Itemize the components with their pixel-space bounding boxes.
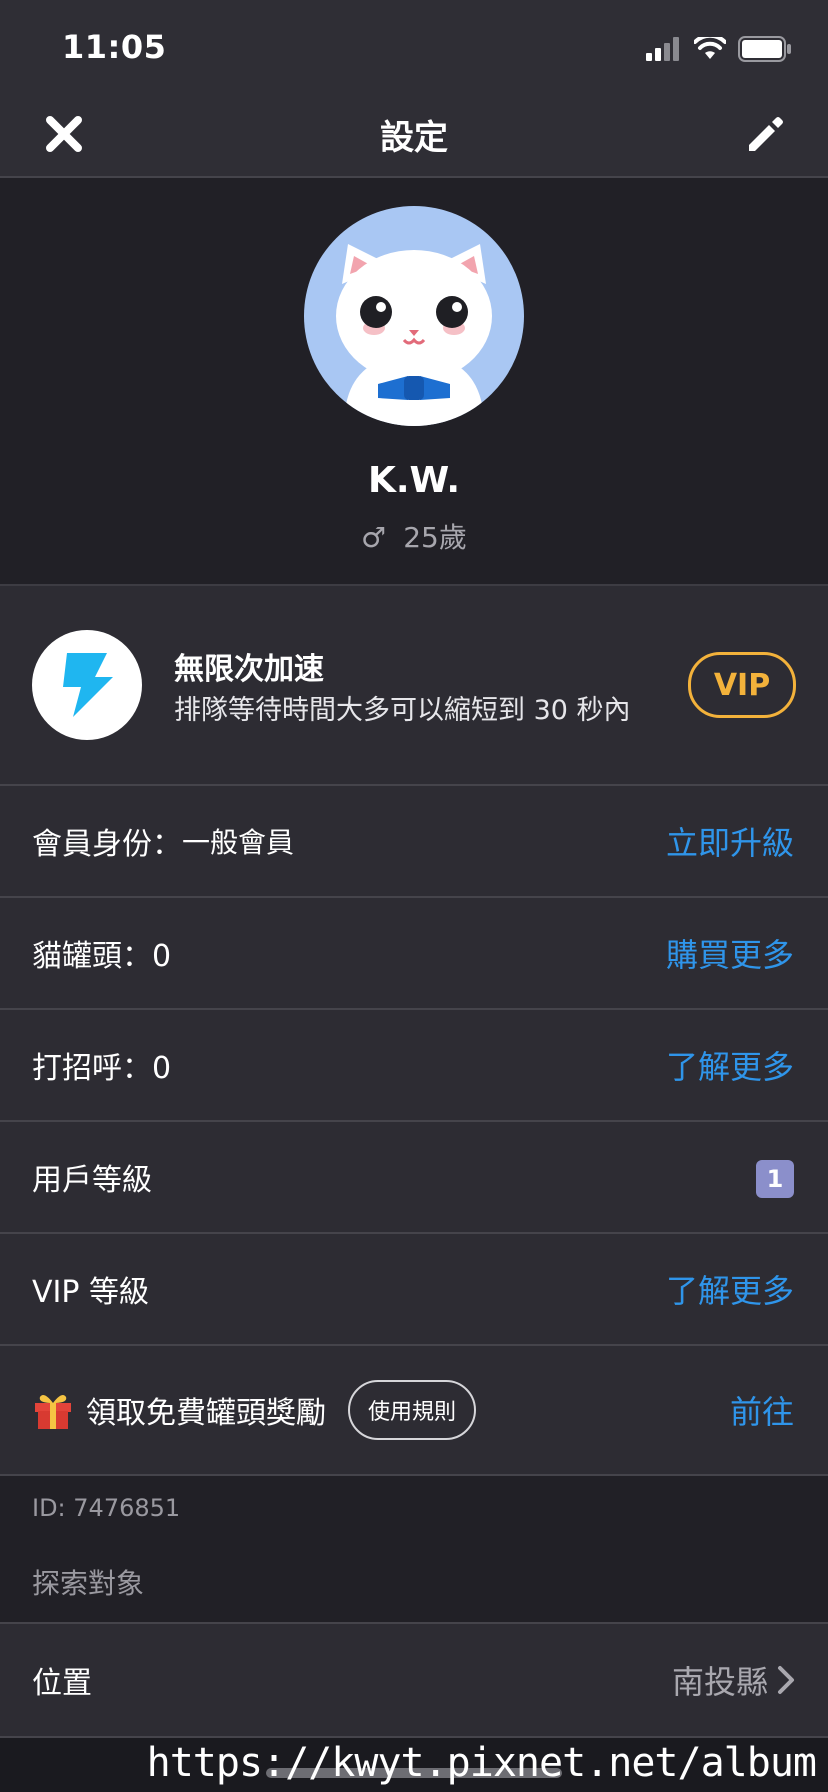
row-cat-cans: 貓罐頭：0 購買更多 [0, 898, 828, 1010]
membership-key: 會員身份： [32, 827, 182, 862]
free-cans-text: 領取免費罐頭獎勵 [86, 1396, 326, 1431]
row-membership: 會員身份： 一般會員 立即升級 [0, 786, 828, 898]
greetings-label: 打招呼：0 [32, 1051, 172, 1086]
vip-promo-card[interactable]: 無限次加速 排隊等待時間大多可以縮短到 30 秒內 VIP [0, 586, 828, 786]
row-vip-level: VIP 等級 了解更多 [0, 1234, 828, 1346]
location-text: 南投縣 [671, 1663, 768, 1701]
promo-description: 排隊等待時間大多可以縮短到 30 秒內 [174, 695, 631, 726]
watermark-text: https://kwyt.pixnet.net/album [146, 1740, 817, 1786]
status-bar: 11:05 [0, 0, 828, 92]
location-label: 位置 [32, 1666, 92, 1701]
vip-button[interactable]: VIP [688, 652, 796, 718]
profile-info: ♂ 25歲 [0, 516, 828, 556]
membership-label: 會員身份： 一般會員 [32, 786, 294, 896]
status-icons [646, 36, 792, 62]
cat-cans-label: 貓罐頭：0 [32, 939, 172, 974]
wifi-icon [694, 37, 726, 59]
cat-avatar-icon [336, 244, 492, 426]
user-level-label: 用戶等級 [32, 1163, 152, 1198]
account-info: ID: 7476851 探索對象 [0, 1476, 828, 1624]
pencil-icon [749, 117, 783, 151]
bottom-strip: https://kwyt.pixnet.net/album [0, 1738, 828, 1792]
profile-name: K.W. [367, 460, 461, 501]
lightning-icon [63, 653, 113, 717]
user-level-badge: 1 [756, 1160, 794, 1198]
promo-title: 無限次加速 [174, 652, 324, 687]
signal-icon [646, 37, 679, 61]
row-free-cans: 領取免費罐頭獎勵 使用規則 前往 [0, 1346, 828, 1476]
vip-level-label: VIP 等級 [32, 1275, 149, 1310]
status-time: 11:05 [62, 28, 167, 66]
edit-button[interactable] [742, 110, 790, 158]
profile-section: K.W. ♂ 25歲 [0, 178, 828, 586]
buy-more-link[interactable]: 購買更多 [666, 898, 794, 1008]
greetings-learn-more-link[interactable]: 了解更多 [666, 1010, 794, 1120]
row-greetings: 打招呼：0 了解更多 [0, 1010, 828, 1122]
membership-value: 一般會員 [182, 826, 295, 859]
battery-icon [738, 36, 791, 62]
usage-rules-button[interactable]: 使用規則 [348, 1380, 476, 1440]
gender-male-icon: ♂ [361, 521, 387, 554]
free-cans-label: 領取免費罐頭獎勵 使用規則 [32, 1346, 476, 1474]
page-title: 設定 [380, 118, 448, 158]
row-user-level[interactable]: 用戶等級 1 [0, 1122, 828, 1234]
location-value[interactable]: 南投縣 [672, 1624, 796, 1736]
explore-section-title: 探索對象 [32, 1567, 145, 1600]
vip-learn-more-link[interactable]: 了解更多 [666, 1234, 794, 1344]
profile-age: 25歲 [403, 521, 467, 554]
go-link[interactable]: 前往 [730, 1346, 794, 1474]
bolt-badge [32, 630, 142, 740]
gift-icon [32, 1389, 74, 1431]
upgrade-now-link[interactable]: 立即升級 [666, 786, 794, 896]
avatar[interactable] [304, 206, 524, 426]
nav-bar: 設定 [0, 92, 828, 178]
chevron-right-icon [778, 1666, 794, 1694]
row-location[interactable]: 位置 南投縣 [0, 1624, 828, 1738]
user-id: ID: 7476851 [32, 1494, 181, 1522]
